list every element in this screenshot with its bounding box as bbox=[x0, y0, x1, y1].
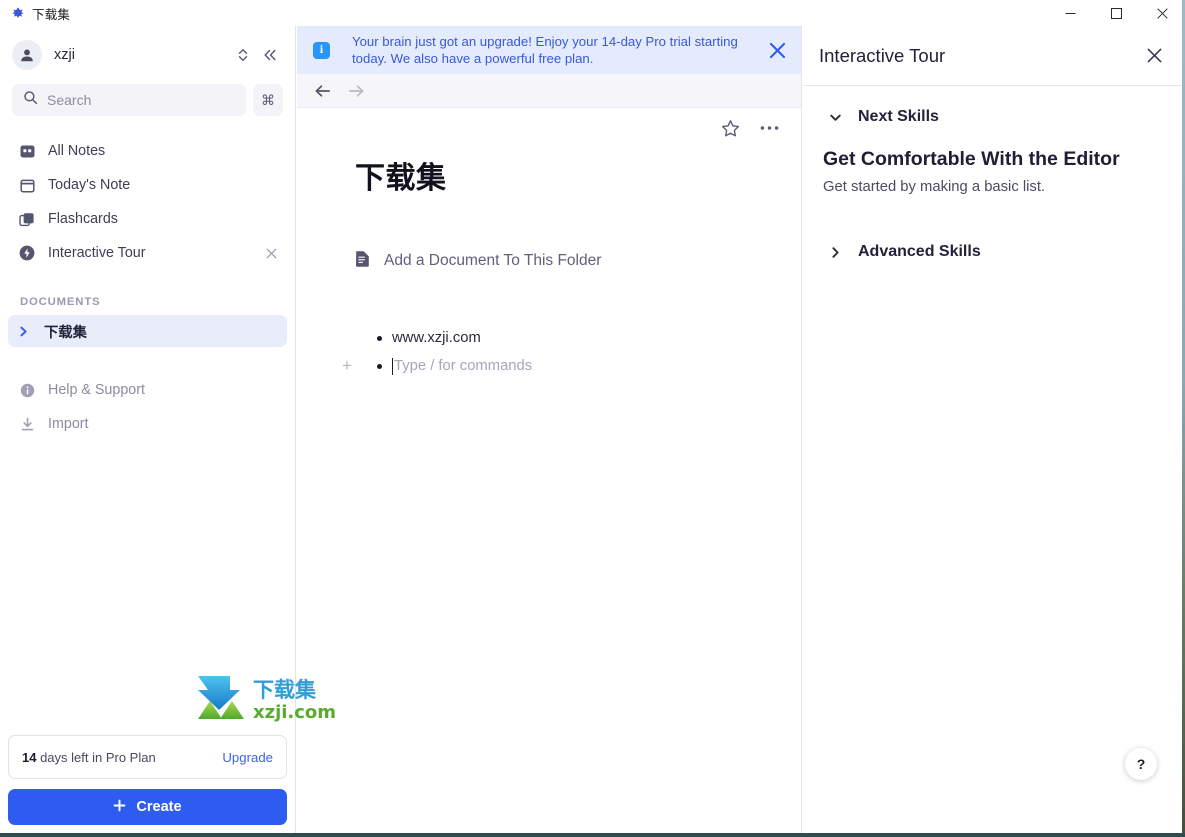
plan-days-suffix: days left in Pro Plan bbox=[36, 749, 156, 765]
document-body: 下载集 Add a Document To This Folder www.xz… bbox=[297, 148, 801, 380]
sidebar-item-import[interactable]: Import bbox=[8, 407, 287, 441]
sidebar-nav: All Notes Today's Note Flashcards Intera… bbox=[0, 134, 295, 270]
sidebar-item-label: Flashcards bbox=[48, 211, 118, 227]
flashcards-icon bbox=[18, 210, 36, 228]
list-item[interactable]: + Type / for commands bbox=[342, 352, 801, 380]
sidebar-item-label: Today's Note bbox=[48, 177, 131, 193]
user-actions bbox=[237, 47, 283, 63]
list-item[interactable]: www.xzji.com bbox=[355, 324, 801, 352]
sidebar-bottom-nav: Help & Support Import bbox=[0, 373, 295, 441]
title-bar-app: 下载集 bbox=[0, 4, 70, 23]
lightning-icon bbox=[18, 244, 36, 262]
sidebar-item-label: Interactive Tour bbox=[48, 245, 146, 261]
info-circle-icon bbox=[18, 381, 36, 399]
star-icon[interactable] bbox=[721, 119, 740, 138]
sidebar-document-label: 下载集 bbox=[44, 324, 87, 341]
trial-banner: i Your brain just got an upgrade! Enjoy … bbox=[297, 26, 801, 74]
close-icon[interactable] bbox=[1139, 0, 1185, 26]
add-document-label: Add a Document To This Folder bbox=[384, 252, 602, 269]
chevron-down-icon[interactable] bbox=[829, 111, 842, 124]
editor-navigation-row bbox=[297, 74, 801, 108]
document-toolbar bbox=[297, 108, 801, 148]
bullet-icon bbox=[377, 364, 382, 369]
sidebar: xzji Search ⌘ All Notes Today's Note Fla… bbox=[0, 26, 336, 837]
sidebar-spacer: 下载集 xzji.com bbox=[0, 441, 336, 735]
bullet-icon bbox=[377, 336, 382, 341]
search-shortcut-badge[interactable]: ⌘ bbox=[253, 84, 283, 116]
create-button-label: Create bbox=[136, 799, 182, 815]
list-item-placeholder: Type / for commands bbox=[394, 358, 533, 374]
close-small-icon[interactable] bbox=[266, 248, 277, 259]
tour-group-label: Next Skills bbox=[858, 108, 939, 125]
maximize-icon[interactable] bbox=[1093, 0, 1139, 26]
sidebar-item-help-support[interactable]: Help & Support bbox=[8, 373, 287, 407]
trial-banner-message: Your brain just got an upgrade! Enjoy yo… bbox=[352, 34, 738, 66]
document-block-list: www.xzji.com + Type / for commands bbox=[342, 324, 801, 380]
text-cursor bbox=[392, 357, 393, 375]
plan-status-text: 14 days left in Pro Plan bbox=[22, 750, 156, 765]
panel-close-icon[interactable] bbox=[1146, 47, 1163, 64]
sidebar-document-item[interactable]: 下载集 bbox=[8, 315, 287, 347]
tour-card-description: Get started by making a basic list. bbox=[823, 179, 1046, 195]
search-icon bbox=[23, 90, 38, 110]
title-bar: 下载集 bbox=[0, 0, 1185, 26]
desktop-background-bottom-strip bbox=[0, 833, 1185, 837]
plan-days: 14 bbox=[22, 749, 37, 765]
app-logo-icon bbox=[11, 6, 25, 20]
plan-status-box: 14 days left in Pro Plan Upgrade bbox=[8, 735, 287, 779]
plus-icon[interactable]: + bbox=[342, 357, 352, 374]
plus-icon bbox=[113, 799, 126, 816]
sidebar-item-label: Help & Support bbox=[48, 382, 145, 398]
chevron-right-icon[interactable] bbox=[829, 246, 842, 259]
app-window: 下载集 xzji Search ⌘ All Notes Today's Note… bbox=[0, 0, 1185, 837]
documents-section-title: DOCUMENTS bbox=[20, 296, 101, 308]
sidebar-item-label: Import bbox=[48, 416, 89, 432]
tour-card[interactable]: Get Comfortable With the Editor Get star… bbox=[823, 146, 1165, 195]
ellipsis-icon[interactable] bbox=[760, 125, 779, 131]
upgrade-link[interactable]: Upgrade bbox=[222, 750, 273, 765]
user-name: xzji bbox=[54, 47, 75, 63]
tour-group-advanced-skills[interactable]: Advanced Skills bbox=[823, 243, 1165, 261]
list-item-text: www.xzji.com bbox=[392, 330, 481, 346]
search-input[interactable]: Search bbox=[12, 84, 246, 116]
sidebar-item-interactive-tour[interactable]: Interactive Tour bbox=[8, 236, 287, 270]
grid-icon bbox=[18, 142, 36, 160]
panel-body: Next Skills Get Comfortable With the Edi… bbox=[803, 86, 1185, 261]
arrow-left-icon[interactable] bbox=[314, 83, 332, 99]
interactive-tour-panel: Interactive Tour Next Skills Get Comfort… bbox=[803, 26, 1185, 837]
sidebar-item-todays-note[interactable]: Today's Note bbox=[8, 168, 287, 202]
collapse-sidebar-icon[interactable] bbox=[262, 48, 278, 62]
search-placeholder: Search bbox=[47, 92, 92, 108]
editor-pane: i Your brain just got an upgrade! Enjoy … bbox=[297, 26, 802, 837]
arrow-right-icon[interactable] bbox=[347, 83, 365, 99]
add-document-row[interactable]: Add a Document To This Folder bbox=[355, 250, 801, 272]
tour-group-next-skills[interactable]: Next Skills bbox=[823, 108, 1165, 126]
panel-header: Interactive Tour bbox=[803, 26, 1185, 86]
help-button[interactable]: ? bbox=[1125, 748, 1157, 780]
user-avatar-icon bbox=[12, 40, 42, 70]
sidebar-item-all-notes[interactable]: All Notes bbox=[8, 134, 287, 168]
sidebar-item-label: All Notes bbox=[48, 143, 106, 159]
download-icon bbox=[18, 415, 36, 433]
window-controls bbox=[1047, 0, 1185, 26]
panel-title: Interactive Tour bbox=[819, 44, 946, 66]
calendar-icon bbox=[18, 176, 36, 194]
create-button[interactable]: Create bbox=[8, 789, 287, 825]
command-key-icon: ⌘ bbox=[261, 91, 275, 108]
tour-card-heading: Get Comfortable With the Editor bbox=[823, 148, 1120, 170]
tour-group-label: Advanced Skills bbox=[858, 243, 981, 260]
search-row: Search ⌘ bbox=[0, 84, 295, 116]
document-title[interactable]: 下载集 bbox=[355, 160, 801, 198]
minimize-icon[interactable] bbox=[1047, 0, 1093, 26]
window-title: 下载集 bbox=[32, 7, 71, 22]
sidebar-item-flashcards[interactable]: Flashcards bbox=[8, 202, 287, 236]
chevron-up-down-icon[interactable] bbox=[237, 47, 249, 63]
banner-close-icon[interactable] bbox=[768, 41, 787, 60]
chevron-right-icon[interactable] bbox=[18, 326, 32, 337]
document-icon bbox=[355, 250, 370, 272]
info-square-icon: i bbox=[313, 41, 330, 59]
user-row[interactable]: xzji bbox=[0, 26, 295, 82]
